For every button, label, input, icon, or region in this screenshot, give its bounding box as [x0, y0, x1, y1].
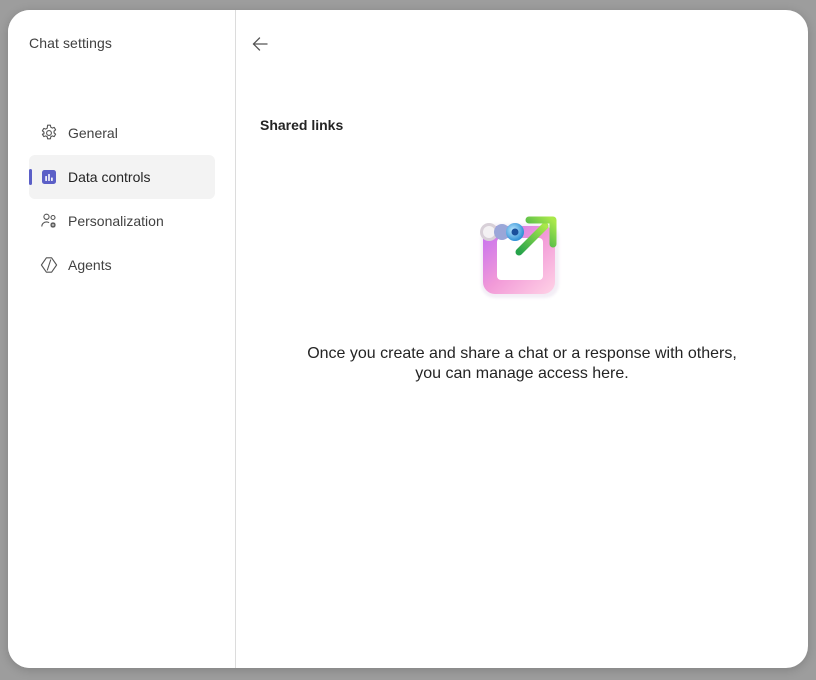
data-controls-icon [42, 170, 56, 184]
empty-state-message: Once you create and share a chat or a re… [236, 344, 808, 384]
sidebar-item-agents[interactable]: Agents [29, 243, 215, 287]
chat-settings-dialog: Chat settings General Data controls Pers… [8, 10, 808, 668]
back-button[interactable] [248, 32, 272, 56]
sidebar-item-general[interactable]: General [29, 111, 215, 155]
section-title: Shared links [260, 117, 344, 133]
active-indicator [29, 169, 32, 185]
arrow-left-icon [252, 37, 268, 51]
sidebar-item-data-controls[interactable]: Data controls [29, 155, 215, 199]
sidebar-item-label: General [68, 125, 118, 141]
agents-icon [40, 257, 58, 273]
person-settings-icon [41, 213, 56, 228]
empty-state-line-1: Once you create and share a chat or a re… [307, 345, 737, 362]
empty-state-line-2: you can manage access here. [415, 365, 629, 382]
sidebar-title: Chat settings [29, 35, 113, 51]
sidebar-item-label: Personalization [68, 213, 164, 229]
sidebar-item-label: Data controls [68, 169, 151, 185]
settings-nav: General Data controls Personalization Ag… [29, 111, 215, 287]
sidebar-item-label: Agents [68, 257, 112, 273]
settings-sidebar: Chat settings General Data controls Pers… [8, 10, 236, 668]
sidebar-item-personalization[interactable]: Personalization [29, 199, 215, 243]
settings-main-panel: Shared links Once you create and share a… [236, 10, 808, 668]
gear-icon [41, 124, 57, 140]
shared-links-illustration [480, 216, 559, 298]
